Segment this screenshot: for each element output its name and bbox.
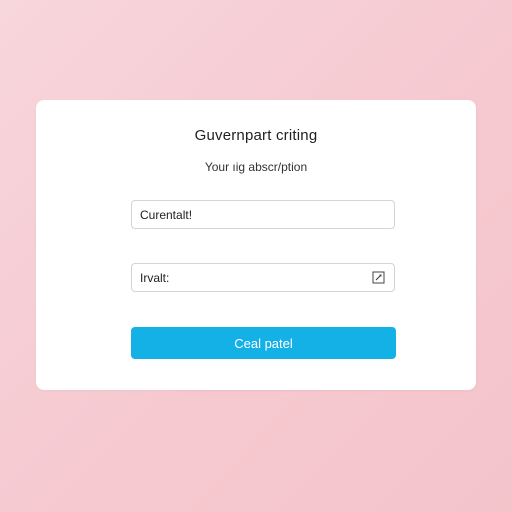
- form-title: Guvernpart criting: [194, 127, 318, 144]
- first-input-value[interactable]: Curentalt!: [140, 208, 386, 222]
- first-input-field[interactable]: Curentalt!: [131, 200, 395, 229]
- second-input-value[interactable]: Irvalt:: [140, 271, 370, 285]
- form-subtitle: Your ıig abscr/ption: [204, 160, 308, 174]
- form-card: Guvernpart criting Your ıig abscr/ption …: [36, 100, 476, 390]
- edit-square-icon[interactable]: [370, 270, 386, 286]
- submit-button[interactable]: Ceal patel: [131, 327, 396, 359]
- second-input-field[interactable]: Irvalt:: [131, 263, 395, 292]
